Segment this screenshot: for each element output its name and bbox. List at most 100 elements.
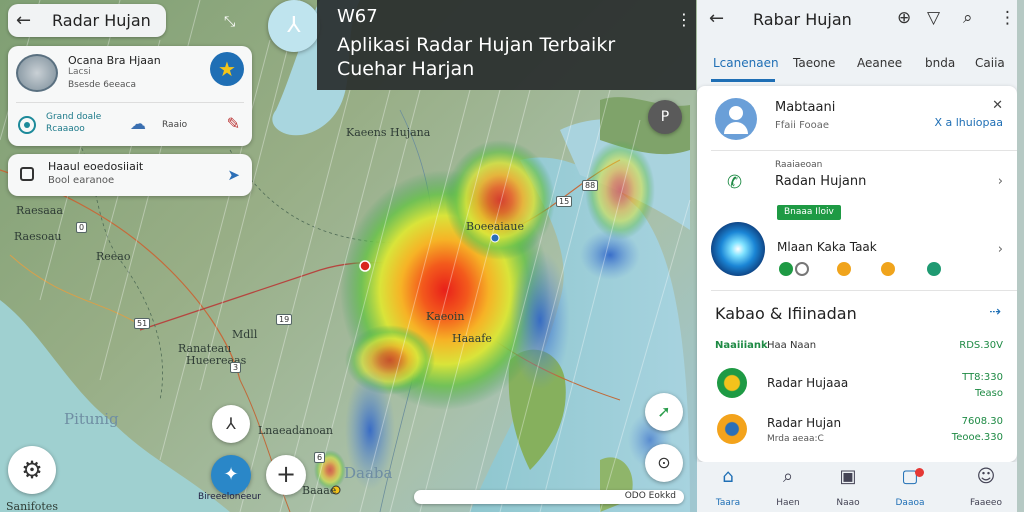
weather-info-card[interactable]: Ocana Bra Hjaan Lacsi Bsesde 6eeaca ★ Gr… — [8, 46, 252, 146]
tab-4[interactable]: bnda — [925, 56, 955, 70]
color-dot-green[interactable] — [779, 262, 793, 276]
color-dot-white[interactable] — [795, 262, 809, 276]
map-label: Sanifotes — [6, 500, 58, 512]
tools-icon[interactable]: ✎ — [227, 114, 240, 133]
column-header: Haa Naan — [767, 340, 817, 351]
list-item-value: TT8:330 — [962, 372, 1003, 383]
chip-label[interactable]: Rcaaaoo — [46, 124, 85, 134]
weather-cloud-icon: ☁ — [130, 114, 146, 133]
road-badge: 0 — [76, 222, 88, 233]
more-vert-icon[interactable]: ⋮ — [999, 8, 1016, 28]
zoom-in-button[interactable]: + — [266, 455, 306, 495]
panel-tabs: Lcanenaen Taeone Aeanee bnda Caiia — [697, 46, 1017, 82]
bottom-navigation: ⌂ Taara ⌕ Haen ▣ Naao ▢ Daaoa ☺ Faaeeo — [697, 462, 1017, 512]
home-icon: ⌂ — [722, 466, 734, 487]
app-title: Radar Hujan — [52, 11, 151, 30]
share-icon[interactable]: ⤡ — [224, 14, 235, 30]
avatar-icon[interactable] — [715, 98, 757, 140]
list-item-title[interactable]: Radar Hujaaa — [767, 376, 848, 390]
zoom-search-icon[interactable]: ⊕ — [897, 8, 911, 28]
color-dot-teal[interactable] — [927, 262, 941, 276]
sun-icon — [717, 368, 747, 398]
scale-text: ODO Eokkd — [624, 491, 676, 501]
table-header: Naaiiiank Haa Naan RDS.30V — [715, 340, 1003, 356]
nav-home[interactable]: ⌂ Taara — [703, 466, 753, 509]
location-subtitle: Bool earanoe — [48, 175, 115, 186]
nav-label: Taara — [715, 498, 741, 508]
map-scale-bar: ODO Eokkd — [414, 490, 684, 504]
panel-title: Rabar Hujan — [753, 10, 852, 29]
list-item-title[interactable]: Radan Hujann — [775, 174, 866, 189]
layers-icon[interactable]: ➚ — [645, 393, 683, 431]
tab-5[interactable]: Caiia — [975, 56, 1005, 70]
right-side-panel: ← Rabar Hujan ⊕ ▽ ⌕ ⋮ Lcanenaen Taeone A… — [697, 0, 1017, 512]
window-edge — [1017, 0, 1024, 512]
map-label: Baaae — [302, 484, 337, 497]
nav-label: Daaoa — [895, 498, 925, 508]
close-icon[interactable]: ✕ — [992, 98, 1003, 113]
road-badge: 3 — [230, 362, 242, 373]
location-search-card[interactable]: Haaul eoedosiiait Bool earanoe ➤ — [8, 154, 252, 196]
chevron-right-icon[interactable]: › — [998, 174, 1003, 189]
nav-calendar[interactable]: ▣ Naao — [823, 466, 873, 509]
filter-icon[interactable]: ▽ — [927, 8, 940, 28]
more-vert-icon[interactable]: ⋮ — [676, 10, 692, 29]
arrow-right-icon[interactable]: ⇢ — [989, 304, 1001, 320]
checkbox-icon[interactable] — [20, 167, 34, 181]
navigate-arrow-icon[interactable]: ➤ — [227, 166, 240, 184]
status-chip[interactable]: Bnaaa Iloiv — [777, 205, 841, 220]
chip-label[interactable]: Raaio — [162, 120, 187, 130]
notification-badge — [915, 468, 924, 477]
nav-profile[interactable]: ☺ Faaeeo — [961, 466, 1011, 509]
divider — [16, 102, 244, 103]
left-search-pill[interactable]: ← Radar Hujan — [8, 4, 166, 37]
profile-subtitle: Ffaii Fooae — [775, 120, 830, 131]
location-thumbnail — [16, 54, 58, 92]
card-subtitle: Lacsi — [68, 67, 91, 77]
back-arrow-icon[interactable]: ← — [709, 8, 724, 29]
settings-gear-icon[interactable]: ⚙ — [8, 446, 56, 494]
weather-badge-icon — [717, 414, 747, 444]
favorite-star-icon[interactable]: ★ — [210, 52, 244, 86]
phone-icon: ✆ — [727, 172, 743, 193]
panel-content-card: Mabtaani Ffaii Fooae ✕ X a lhuiopaa Raai… — [697, 86, 1017, 462]
road-badge: 15 — [556, 196, 573, 207]
section-label: Raaiaeoan — [775, 160, 823, 170]
search-icon[interactable]: ⌕ — [963, 8, 973, 28]
banner-code: W67 — [337, 6, 378, 27]
search-icon: ⌕ — [782, 466, 794, 487]
profile-name: Mabtaani — [775, 100, 836, 115]
nav-notifications[interactable]: ▢ Daaoa — [885, 466, 935, 509]
color-dot-orange[interactable] — [881, 262, 895, 276]
nav-label: Naao — [836, 498, 860, 508]
location-title: Haaul eoedosiiait — [48, 160, 144, 173]
list-item-title[interactable]: Radar Hujan — [767, 416, 841, 430]
map-label: Boeeaiaue — [466, 220, 524, 233]
chip-label[interactable]: Grand doale — [46, 112, 101, 122]
pin-icon[interactable]: P — [648, 100, 682, 134]
nav-search[interactable]: ⌕ Haen — [763, 466, 813, 509]
chevron-right-icon[interactable]: › — [998, 242, 1003, 257]
banner-subheadline: Cuehar Harjan — [337, 58, 475, 80]
inbox-icon: ▢ — [901, 466, 919, 487]
section-title: Kabao & Ifiinadan — [715, 304, 857, 323]
road-badge: 51 — [134, 318, 151, 329]
list-item-title[interactable]: Mlaan Kaka Taak — [777, 240, 877, 254]
road-badge: 19 — [276, 314, 293, 325]
route-icon[interactable]: ⅄ — [212, 405, 250, 443]
map-label: Kaeoin — [426, 310, 465, 323]
tab-2[interactable]: Taeone — [793, 56, 835, 70]
color-dot-orange[interactable] — [837, 262, 851, 276]
compass-icon[interactable]: ⅄ — [268, 0, 320, 52]
road-badge: 6 — [314, 452, 326, 463]
location-pin-icon[interactable]: ⊙ — [645, 444, 683, 482]
back-arrow-icon[interactable]: ← — [16, 10, 40, 31]
tab-1[interactable]: Lcanenaen — [713, 56, 779, 70]
map-label: Raesoau — [14, 230, 62, 243]
locate-me-icon[interactable]: ✦ — [211, 455, 251, 495]
profile-link[interactable]: X a lhuiopaa — [934, 116, 1003, 129]
map-label-sea: Daaba — [344, 464, 393, 482]
road-badge: 88 — [582, 180, 599, 191]
tab-3[interactable]: Aeanee — [857, 56, 902, 70]
nav-label: Haen — [776, 498, 800, 508]
